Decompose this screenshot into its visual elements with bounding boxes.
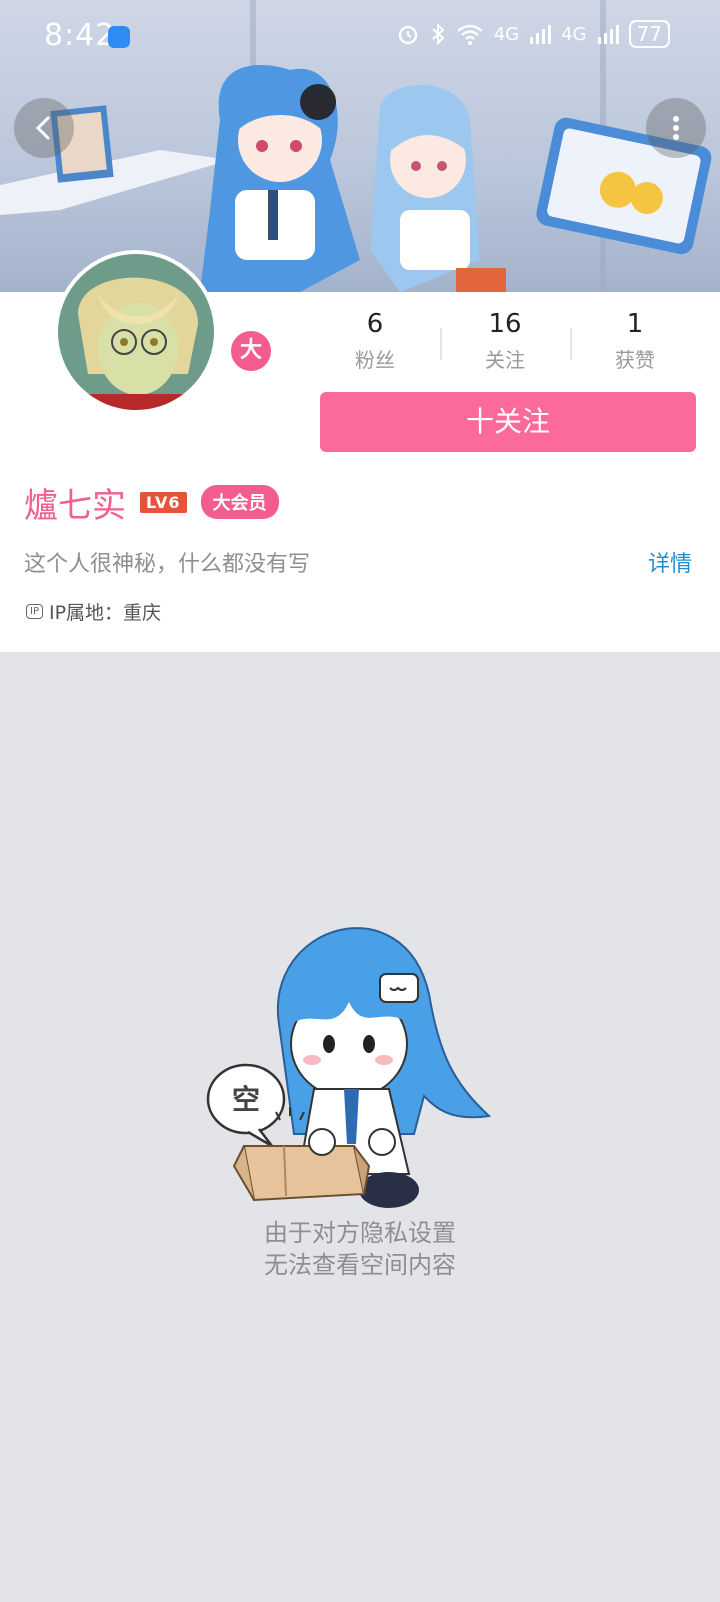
signal-icon-2 [597,25,619,44]
following-label: 关注 [485,348,525,372]
status-bar: 8:42 4G 4G 77 [0,0,720,72]
more-options-button[interactable] [646,98,706,158]
bubble-text: 空 [232,1083,260,1116]
avatar-image [58,254,214,410]
empty-message-line-1: 由于对方隐私设置 [264,1219,456,1247]
status-icons: 4G 4G 77 [396,20,670,48]
profile-banner: 8:42 4G 4G 77 [0,0,720,292]
profile-card: 大 6 粉丝 16 关注 1 获赞 十关注 爐七实 LV6 大会员 这个人很神秘… [0,250,720,652]
network-4g-label-2: 4G [561,23,587,45]
avatar[interactable] [58,254,214,410]
empty-state: 空 由于对方隐私设置 无法查看空间内容 [0,652,720,1602]
battery-level: 77 [628,20,670,48]
more-vertical-icon [673,116,679,140]
avatar-frame[interactable]: 大 [54,250,274,414]
username: 爐七实 [24,485,126,526]
bluetooth-icon [432,22,445,46]
signal-icon-1 [530,25,552,44]
back-button[interactable] [14,98,74,158]
empty-message-line-2: 无法查看空间内容 [264,1251,456,1279]
status-time: 8:42 [44,18,116,53]
ip-icon: IP [26,604,43,619]
bio-text: 这个人很神秘，什么都没有写 [24,552,311,577]
stat-likes[interactable]: 1 获赞 [570,306,700,376]
details-link[interactable]: 详情 [648,546,692,578]
alarm-icon [398,25,417,45]
vip-badge: 大 [228,328,274,374]
empty-space-illustration: 空 [206,927,492,1208]
ip-location: IP属地：重庆 [48,602,162,624]
follow-button[interactable]: 十关注 [320,392,696,452]
ip-location-row: IP IP属地：重庆 [26,598,161,625]
following-count: 16 [488,309,522,339]
level-badge: LV6 [140,491,187,513]
fans-label: 粉丝 [355,348,395,372]
vip-tag[interactable]: 大会员 [200,485,279,519]
stat-following[interactable]: 16 关注 [440,306,570,376]
message-notification-icon [108,26,130,48]
chevron-left-icon [35,116,50,140]
network-4g-label-1: 4G [493,23,520,45]
likes-count: 1 [626,309,644,339]
wifi-icon [456,24,483,45]
name-row: 爐七实 LV6 大会员 [24,480,279,526]
stats-row: 6 粉丝 16 关注 1 获赞 [310,306,700,376]
likes-label: 获赞 [615,348,655,372]
fans-count: 6 [366,309,384,339]
stat-fans[interactable]: 6 粉丝 [310,306,440,376]
